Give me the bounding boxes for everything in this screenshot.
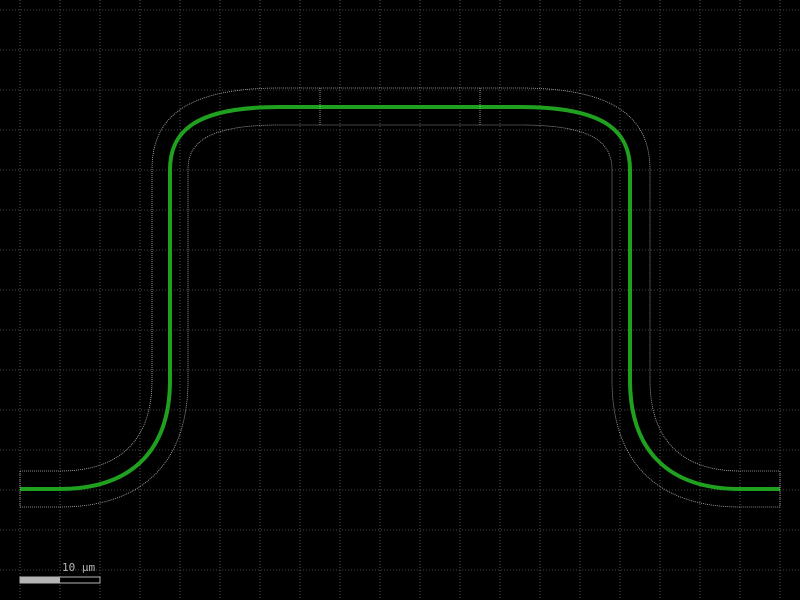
scale-bar-label: 10 µm — [62, 561, 95, 574]
scale-bar-filled-segment — [20, 577, 60, 583]
layout-canvas[interactable]: 10 µm — [0, 0, 800, 600]
